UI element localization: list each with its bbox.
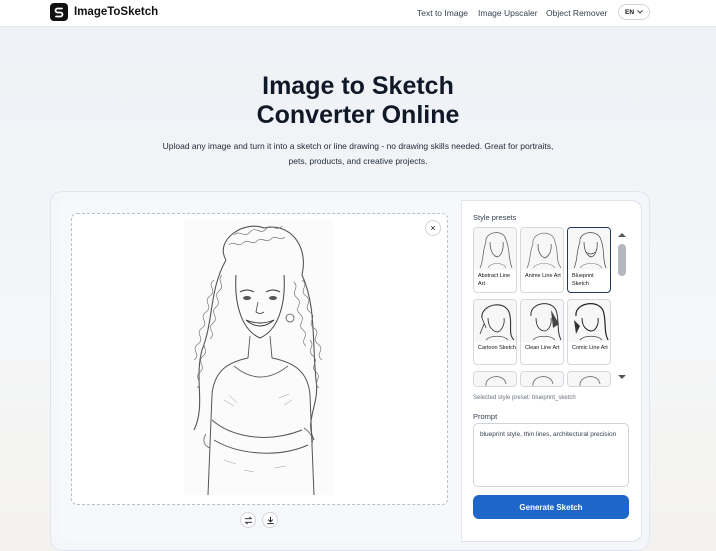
page-subtitle: Upload any image and turn it into a sket… — [162, 141, 554, 166]
preset-comic-line-art[interactable]: Comic Line Art — [567, 299, 611, 365]
sketch-preview-image — [184, 220, 334, 495]
language-code: EN — [624, 8, 635, 16]
nav-object-remover[interactable]: Object Remover — [546, 8, 607, 18]
preset-anime-line-art[interactable]: Anime Line Art — [520, 227, 564, 293]
preset-tile-partial[interactable] — [473, 371, 517, 387]
preset-thumbnail — [521, 372, 563, 386]
prompt-input[interactable]: blueprint style, thin lines, architectur… — [473, 423, 629, 487]
download-icon — [266, 516, 274, 524]
pane-divider — [461, 200, 462, 542]
preset-blueprint-sketch[interactable]: Blueprint Sketch — [567, 227, 611, 293]
scrollbar-thumb[interactable] — [618, 244, 626, 276]
nav-image-upscaler[interactable]: Image Upscaler — [478, 8, 538, 18]
preset-thumbnail — [474, 228, 516, 270]
top-navigation-bar: ImageToSketch Text to Image Image Upscal… — [0, 0, 716, 27]
selected-preset-note: Selected style preset: blueprint_sketch — [473, 395, 576, 401]
preset-cartoon-sketch[interactable]: Cartoon Sketch — [473, 299, 517, 365]
page-title: Image to Sketch Converter Online — [0, 72, 716, 130]
nav-text-to-image[interactable]: Text to Image — [417, 8, 468, 18]
logo-icon — [50, 3, 68, 21]
generate-sketch-button[interactable]: Generate Sketch — [473, 495, 629, 519]
brand-name: ImageToSketch — [74, 6, 159, 18]
preset-thumbnail — [568, 372, 610, 386]
brand-logo[interactable]: ImageToSketch — [50, 3, 158, 21]
style-presets-label: Style presets — [473, 213, 517, 222]
preset-label: Clean Line Art — [525, 345, 560, 351]
preset-clean-line-art[interactable]: Clean Line Art — [520, 299, 564, 365]
preset-thumbnail — [521, 228, 563, 270]
preset-tile-partial[interactable] — [567, 371, 611, 387]
preset-tile-partial[interactable] — [520, 371, 564, 387]
preset-thumbnail — [568, 300, 610, 342]
swap-image-button[interactable] — [240, 512, 256, 528]
language-selector[interactable]: EN — [618, 4, 650, 20]
preset-label: Cartoon Sketch — [478, 345, 516, 351]
preset-thumbnail — [474, 372, 516, 386]
swap-icon — [244, 516, 252, 524]
preset-label: Abstract Line Art — [478, 273, 511, 287]
preset-label: Anime Line Art — [525, 273, 561, 279]
preset-thumbnail — [521, 300, 563, 342]
preset-abstract-line-art[interactable]: Abstract Line Art — [473, 227, 517, 293]
preset-label: Comic Line Art — [572, 345, 608, 351]
scroll-up-icon — [618, 233, 626, 237]
close-image-button[interactable]: × — [425, 220, 441, 236]
preset-thumbnail — [474, 300, 516, 342]
title-line-1: Image to Sketch — [262, 72, 454, 100]
close-icon: × — [430, 223, 436, 233]
prompt-label: Prompt — [473, 412, 498, 421]
download-image-button[interactable] — [262, 512, 278, 528]
title-line-2: Converter Online — [256, 101, 460, 129]
preset-thumbnail — [568, 228, 610, 270]
preset-label: Blueprint Sketch — [572, 273, 594, 287]
chevron-down-icon — [637, 10, 643, 14]
scroll-down-icon — [618, 375, 626, 379]
